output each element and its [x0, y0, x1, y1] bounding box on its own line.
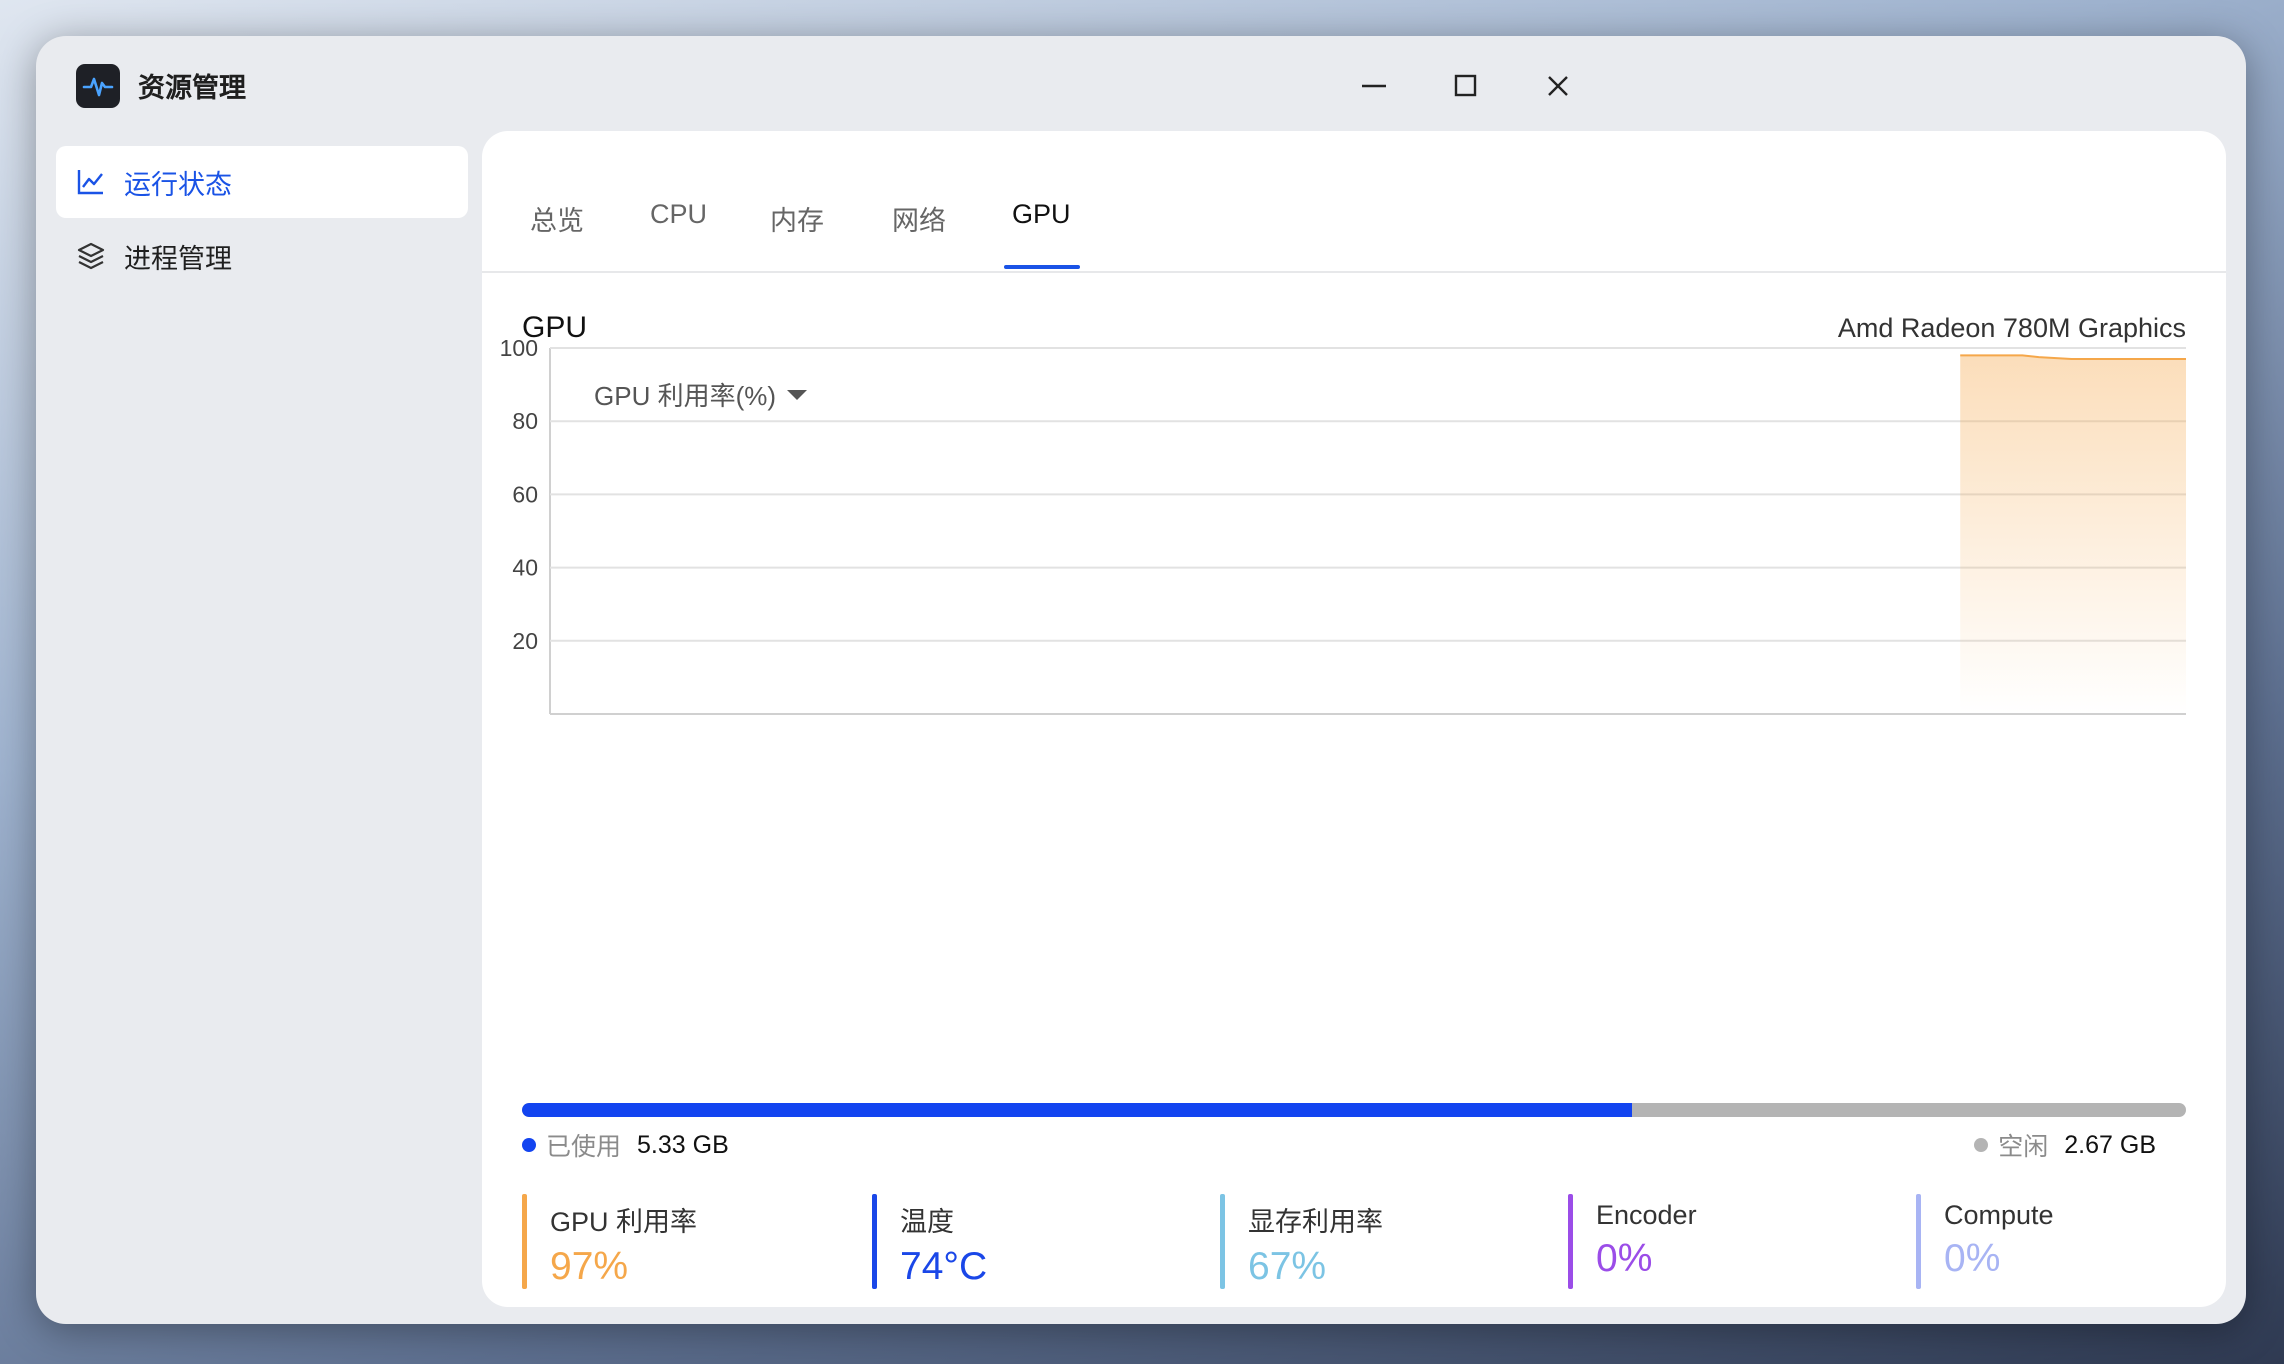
y-tick-label: 80	[512, 408, 538, 434]
stat-accent-bar	[1568, 1194, 1573, 1289]
memory-free-legend: 空闲 2.67 GB	[1974, 1127, 2156, 1163]
close-button[interactable]	[1532, 60, 1584, 112]
y-tick-label: 60	[512, 481, 538, 507]
title-bar: 资源管理	[36, 36, 2246, 136]
memory-usage-bar	[522, 1103, 2186, 1117]
stat-gpu-usage: GPU 利用率 97%	[522, 1194, 697, 1289]
minimize-button[interactable]	[1348, 60, 1400, 112]
y-tick-label: 100	[500, 335, 538, 361]
stat-accent-bar	[522, 1194, 527, 1289]
main-panel: 总览 CPU 内存 网络 GPU GPU Amd Radeon 780M Gra…	[482, 131, 2226, 1307]
used-dot	[522, 1138, 536, 1152]
y-tick-label: 40	[512, 555, 538, 581]
sidebar-item-processes[interactable]: 进程管理	[56, 220, 468, 292]
stat-value: 0%	[1944, 1237, 2001, 1280]
stat-value: 74°C	[900, 1245, 988, 1288]
stat-encoder: Encoder 0%	[1568, 1194, 1697, 1289]
memory-used-label: 已使用	[546, 1133, 622, 1161]
memory-free-value: 2.67 GB	[2064, 1130, 2156, 1159]
maximize-icon	[1454, 74, 1477, 97]
sidebar: 运行状态 进程管理	[56, 146, 468, 294]
stat-accent-bar	[1220, 1194, 1225, 1289]
activity-icon	[82, 77, 114, 97]
memory-used-value: 5.33 GB	[637, 1130, 729, 1159]
sidebar-item-status[interactable]: 运行状态	[56, 146, 468, 218]
stat-compute: Compute 0%	[1916, 1194, 2054, 1289]
resource-manager-window: 资源管理 运行状态 进程管理 总览 CPU 内存 网络 GPU GPU Amd …	[36, 36, 2246, 1324]
stat-temperature: 温度 74°C	[872, 1194, 987, 1289]
stat-name: 显存利用率	[1248, 1207, 1383, 1237]
sidebar-item-label: 进程管理	[124, 243, 232, 274]
stat-value: 0%	[1596, 1237, 1653, 1280]
memory-used-fill	[522, 1103, 1632, 1117]
free-dot	[1974, 1138, 1989, 1152]
stat-value: 97%	[550, 1245, 629, 1288]
stat-name: GPU 利用率	[550, 1207, 698, 1237]
stat-accent-bar	[872, 1194, 877, 1289]
memory-free-label: 空闲	[1998, 1133, 2049, 1161]
sidebar-item-label: 运行状态	[124, 169, 232, 200]
stat-accent-bar	[1916, 1194, 1921, 1289]
minimize-icon	[1362, 84, 1386, 88]
line-chart-icon	[77, 170, 103, 195]
maximize-button[interactable]	[1440, 60, 1492, 112]
close-icon	[1548, 76, 1568, 96]
stat-name: 温度	[900, 1207, 954, 1237]
gpu-usage-chart: 100 80 60 40 20	[500, 335, 2186, 715]
stat-value: 67%	[1248, 1245, 1327, 1288]
stat-name: Compute	[1944, 1200, 2054, 1230]
y-tick-label: 20	[512, 628, 538, 654]
layers-icon	[77, 242, 105, 270]
app-icon	[76, 64, 120, 108]
memory-used-legend: 已使用 5.33 GB	[522, 1127, 729, 1163]
gpu-usage-area	[1960, 355, 2186, 714]
stat-name: Encoder	[1596, 1200, 1697, 1230]
stat-vram-usage: 显存利用率 67%	[1220, 1194, 1383, 1289]
app-title: 资源管理	[138, 73, 246, 103]
